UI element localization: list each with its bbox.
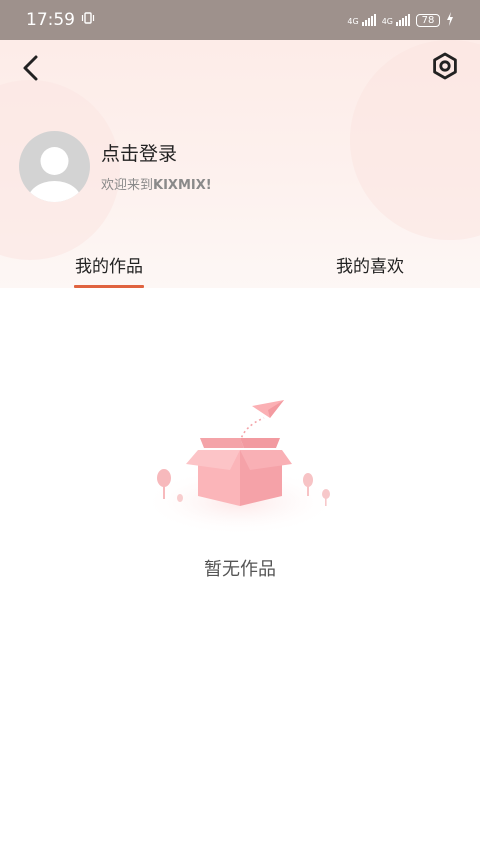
battery-level: 78	[421, 14, 435, 26]
battery-icon: 78	[416, 13, 440, 27]
welcome-prefix: 欢迎来到	[101, 178, 154, 193]
signal-2: 4G	[382, 14, 410, 26]
back-button[interactable]	[18, 54, 46, 82]
status-time: 17:59	[26, 10, 75, 30]
tab-my-works[interactable]: 我的作品	[75, 252, 143, 277]
vibrate-icon	[81, 10, 95, 30]
network-type-2: 4G	[381, 17, 393, 26]
signal-1: 4G	[347, 14, 376, 26]
default-user-icon	[27, 147, 82, 202]
charging-icon	[446, 11, 454, 29]
settings-button[interactable]	[430, 51, 460, 81]
settings-hexagon-icon	[433, 52, 457, 80]
status-bar-left: 17:59	[26, 10, 95, 30]
empty-box-illustration	[140, 390, 340, 540]
status-bar: 17:59 4G 4G 78	[0, 0, 480, 40]
welcome-text: 欢迎来到KIXMIX!	[101, 174, 212, 193]
empty-state-text: 暂无作品	[204, 559, 276, 580]
status-bar-right: 4G 4G 78	[347, 11, 454, 29]
signal-bars-icon	[361, 14, 376, 26]
brand-name: KIXMIX!	[153, 178, 212, 193]
tab-my-likes[interactable]: 我的喜欢	[336, 252, 404, 277]
chevron-left-icon	[23, 55, 38, 81]
signal-bars-icon	[396, 14, 410, 26]
active-tab-indicator	[74, 285, 144, 288]
login-link[interactable]: 点击登录	[101, 139, 177, 166]
network-type-1: 4G	[347, 17, 359, 26]
avatar[interactable]	[19, 131, 90, 202]
